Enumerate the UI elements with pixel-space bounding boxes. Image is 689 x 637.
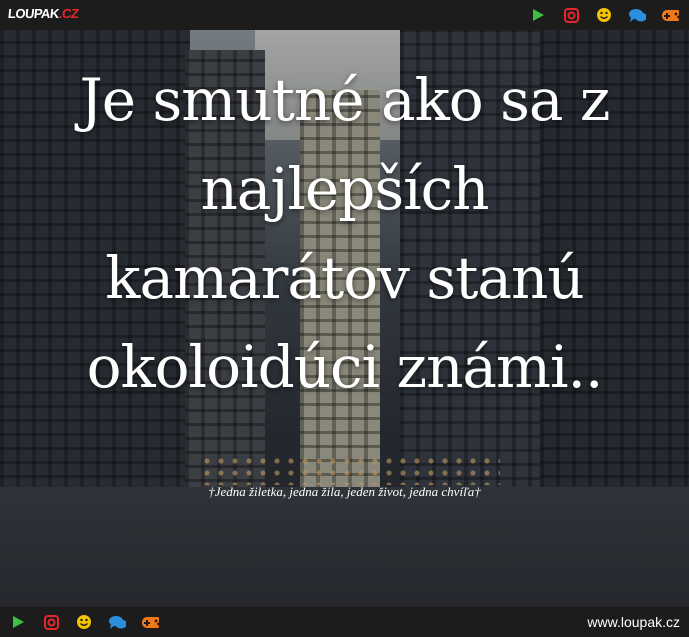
play-icon[interactable] (9, 613, 27, 631)
bottom-bar: www.loupak.cz (0, 607, 689, 637)
quote-text: Je smutné ako sa z najlepších kamarátov … (0, 56, 689, 412)
top-icon-bar (529, 6, 679, 24)
quote-line: najlepších (200, 155, 489, 223)
bottom-icon-bar (9, 613, 174, 631)
instagram-icon[interactable] (42, 613, 60, 631)
loupak-logo[interactable]: LOUPAK.CZ (7, 6, 79, 21)
smiley-icon[interactable] (75, 613, 93, 631)
smiley-icon[interactable] (595, 6, 613, 24)
gamepad-icon[interactable] (141, 613, 159, 631)
play-icon[interactable] (529, 6, 547, 24)
top-bar: LOUPAK.CZ (0, 0, 689, 30)
quote-line: kamarátov stanú (105, 244, 584, 312)
gamepad-icon[interactable] (661, 6, 679, 24)
site-url[interactable]: www.loupak.cz (587, 614, 680, 630)
quote-line: okoloidúci známi.. (86, 333, 604, 401)
chat-icon[interactable] (628, 6, 646, 24)
signature-text: †Jedna žiletka, jedna žila, jeden život,… (208, 484, 481, 499)
quote-line: Je smutné ako sa z (79, 66, 611, 134)
chat-icon[interactable] (108, 613, 126, 631)
instagram-icon[interactable] (562, 6, 580, 24)
